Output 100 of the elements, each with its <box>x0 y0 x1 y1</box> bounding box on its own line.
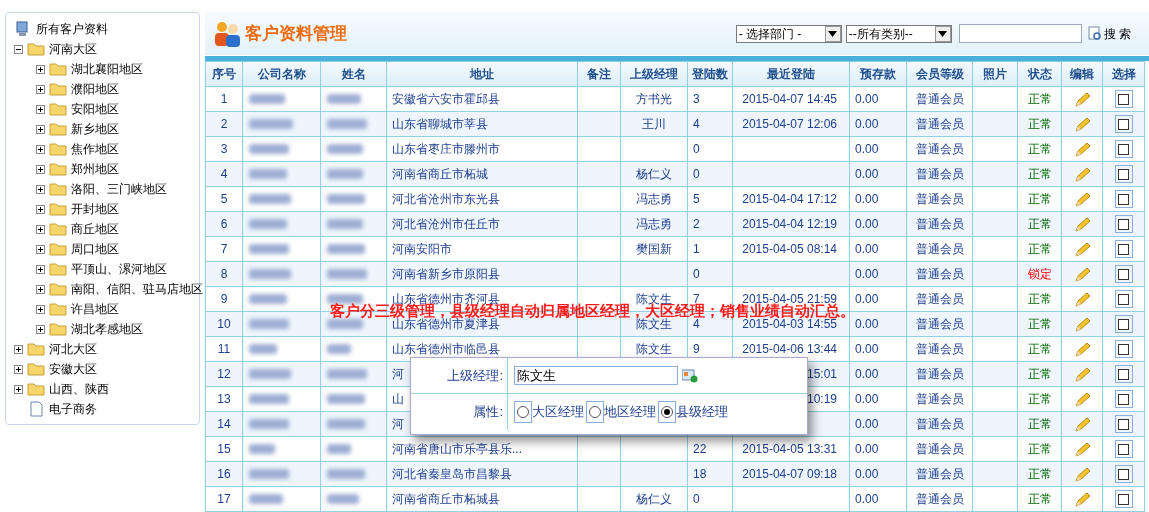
edit-icon[interactable] <box>1074 191 1090 208</box>
expand-icon[interactable] <box>36 184 45 194</box>
checkbox[interactable] <box>1114 465 1133 484</box>
search-field[interactable] <box>958 24 1082 44</box>
table-cell: 0 <box>687 161 733 187</box>
edit-icon[interactable] <box>1074 241 1090 258</box>
checkbox[interactable] <box>1114 265 1133 284</box>
search-button[interactable]: 搜 索 <box>1087 24 1131 43</box>
tree-item[interactable]: 焦作地区 <box>71 140 119 158</box>
edit-icon[interactable] <box>1074 166 1090 183</box>
edit-icon[interactable] <box>1074 116 1090 133</box>
edit-icon[interactable] <box>1074 266 1090 283</box>
table-cell: 0.00 <box>849 436 907 462</box>
expand-icon[interactable] <box>36 204 45 214</box>
expand-icon[interactable] <box>36 244 45 254</box>
table-cell: 2015-04-05 13:31 <box>732 436 850 462</box>
expand-icon[interactable] <box>36 284 45 294</box>
edit-icon[interactable] <box>1074 216 1090 233</box>
tree-item[interactable]: 电子商务 <box>49 400 97 418</box>
edit-icon[interactable] <box>1074 291 1090 308</box>
expand-icon[interactable] <box>36 124 45 134</box>
expand-icon[interactable] <box>36 324 45 334</box>
tree-item[interactable]: 周口地区 <box>71 240 119 258</box>
checkbox[interactable] <box>1114 115 1133 134</box>
edit-icon[interactable] <box>1074 341 1090 358</box>
tree-item[interactable]: 河南大区 <box>49 40 97 58</box>
table-cell: 0.00 <box>849 361 907 387</box>
edit-icon[interactable] <box>1074 491 1090 508</box>
expand-icon[interactable] <box>36 104 45 114</box>
checkbox[interactable] <box>1114 215 1133 234</box>
expand-icon[interactable] <box>36 224 45 234</box>
table-cell: 普通会员 <box>906 486 973 512</box>
tree-item[interactable]: 南阳、信阳、驻马店地区 <box>71 280 203 298</box>
expand-icon[interactable] <box>36 144 45 154</box>
blurred-text <box>249 394 289 404</box>
checkbox[interactable] <box>1114 365 1133 384</box>
checkbox[interactable] <box>1114 490 1133 509</box>
checkbox[interactable] <box>1114 340 1133 359</box>
table-cell: 正常 <box>1017 136 1062 162</box>
edit-icon[interactable] <box>1074 91 1090 108</box>
tree-item[interactable]: 所有客户资料 <box>36 20 108 38</box>
column-header: 状态 <box>1017 61 1062 87</box>
caret-icon <box>828 30 838 37</box>
tree-item[interactable]: 濮阳地区 <box>71 80 119 98</box>
tree-item[interactable]: 安阳地区 <box>71 100 119 118</box>
checkbox[interactable] <box>1114 165 1133 184</box>
expand-icon[interactable] <box>36 304 45 314</box>
blurred-text <box>249 294 287 304</box>
tree-item[interactable]: 湖北孝感地区 <box>71 320 143 338</box>
radio-option[interactable]: 地区经理 <box>586 401 656 423</box>
checkbox[interactable] <box>1114 140 1133 159</box>
tree-item[interactable]: 洛阳、三门峡地区 <box>71 180 167 198</box>
expand-icon[interactable] <box>14 384 23 394</box>
table-cell: 22 <box>687 436 733 462</box>
manager-input[interactable]: 陈文生 <box>514 366 678 385</box>
table-cell: 0.00 <box>849 461 907 487</box>
table-cell: 普通会员 <box>906 336 973 362</box>
checkbox[interactable] <box>1114 440 1133 459</box>
edit-icon[interactable] <box>1074 391 1090 408</box>
edit-icon[interactable] <box>1074 316 1090 333</box>
collapse-icon[interactable] <box>14 44 23 54</box>
folder-icon <box>49 261 67 277</box>
expand-icon[interactable] <box>36 264 45 274</box>
table-cell: 正常 <box>1017 211 1062 237</box>
checkbox[interactable] <box>1114 240 1133 259</box>
checkbox[interactable] <box>1114 90 1133 109</box>
checkbox[interactable] <box>1114 415 1133 434</box>
tree-item[interactable]: 湖北襄阳地区 <box>71 60 143 78</box>
edit-icon[interactable] <box>1074 466 1090 483</box>
checkbox[interactable] <box>1114 315 1133 334</box>
tree-item[interactable]: 河北大区 <box>49 340 97 358</box>
expand-icon[interactable] <box>14 364 23 374</box>
edit-icon[interactable] <box>1074 416 1090 433</box>
expand-icon[interactable] <box>36 164 45 174</box>
category-select[interactable]: --所有类别-- <box>845 24 952 43</box>
expand-icon[interactable] <box>36 84 45 94</box>
expand-icon[interactable] <box>36 64 45 74</box>
table-cell: 河南省商丘市柘城 <box>386 161 578 187</box>
tree-item[interactable]: 开封地区 <box>71 200 119 218</box>
column-header: 最近登陆 <box>732 61 850 87</box>
edit-icon[interactable] <box>1074 441 1090 458</box>
checkbox[interactable] <box>1114 390 1133 409</box>
department-select[interactable]: - 选择部门 - <box>735 24 842 43</box>
checkbox[interactable] <box>1114 290 1133 309</box>
radio-option[interactable]: 县级经理 <box>658 401 728 423</box>
blurred-text <box>249 494 283 504</box>
tree-item[interactable]: 新乡地区 <box>71 120 119 138</box>
edit-icon[interactable] <box>1074 366 1090 383</box>
checkbox[interactable] <box>1114 190 1133 209</box>
expand-icon[interactable] <box>14 344 23 354</box>
edit-icon[interactable] <box>1074 141 1090 158</box>
tree-item[interactable]: 许昌地区 <box>71 300 119 318</box>
blurred-text <box>327 319 363 329</box>
tree-item[interactable]: 平顶山、漯河地区 <box>71 260 167 278</box>
add-contact-icon[interactable] <box>682 368 698 383</box>
tree-item[interactable]: 山西、陕西 <box>49 380 109 398</box>
tree-item[interactable]: 安徽大区 <box>49 360 97 378</box>
blurred-text <box>249 469 289 479</box>
tree-item[interactable]: 商丘地区 <box>71 220 119 238</box>
tree-item[interactable]: 郑州地区 <box>71 160 119 178</box>
